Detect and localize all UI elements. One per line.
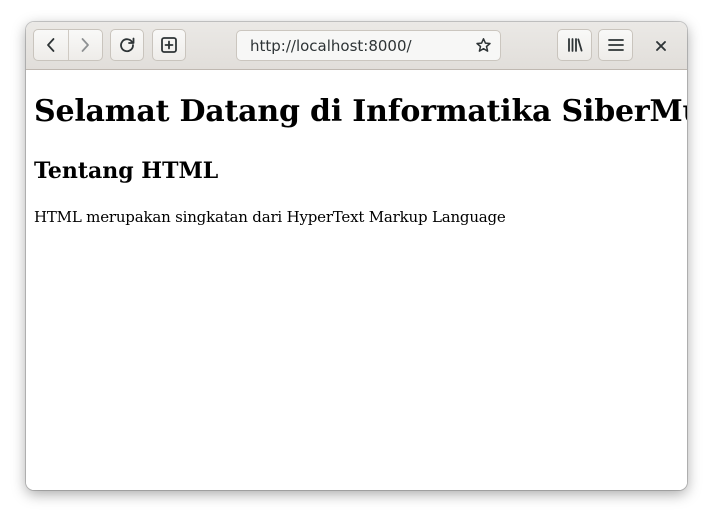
star-icon[interactable] <box>469 37 497 54</box>
chevron-left-icon <box>45 37 57 53</box>
address-bar[interactable]: http://localhost:8000/ <box>236 30 501 61</box>
url-text[interactable]: http://localhost:8000/ <box>250 37 469 55</box>
browser-window: http://localhost:8000/ Selamat Datang di… <box>26 22 687 490</box>
new-tab-button[interactable] <box>152 29 186 61</box>
page-heading: Selamat Datang di Informatika SiberMu <box>34 94 687 129</box>
reload-icon <box>118 36 136 54</box>
page-paragraph: HTML merupakan singkatan dari HyperText … <box>34 208 506 226</box>
new-tab-icon <box>160 36 178 54</box>
back-button[interactable] <box>34 30 68 60</box>
reload-button[interactable] <box>110 29 144 61</box>
close-icon <box>655 40 667 52</box>
forward-button[interactable] <box>67 30 103 60</box>
browser-toolbar: http://localhost:8000/ <box>26 22 687 70</box>
page-subheading: Tentang HTML <box>34 158 219 184</box>
library-icon <box>566 37 584 53</box>
chevron-right-icon <box>79 37 91 53</box>
navigation-buttons <box>33 29 103 61</box>
menu-button[interactable] <box>598 29 633 61</box>
library-button[interactable] <box>557 29 592 61</box>
hamburger-menu-icon <box>607 37 625 53</box>
close-window-button[interactable] <box>651 36 671 56</box>
page-content: Selamat Datang di Informatika SiberMu Te… <box>26 70 687 490</box>
